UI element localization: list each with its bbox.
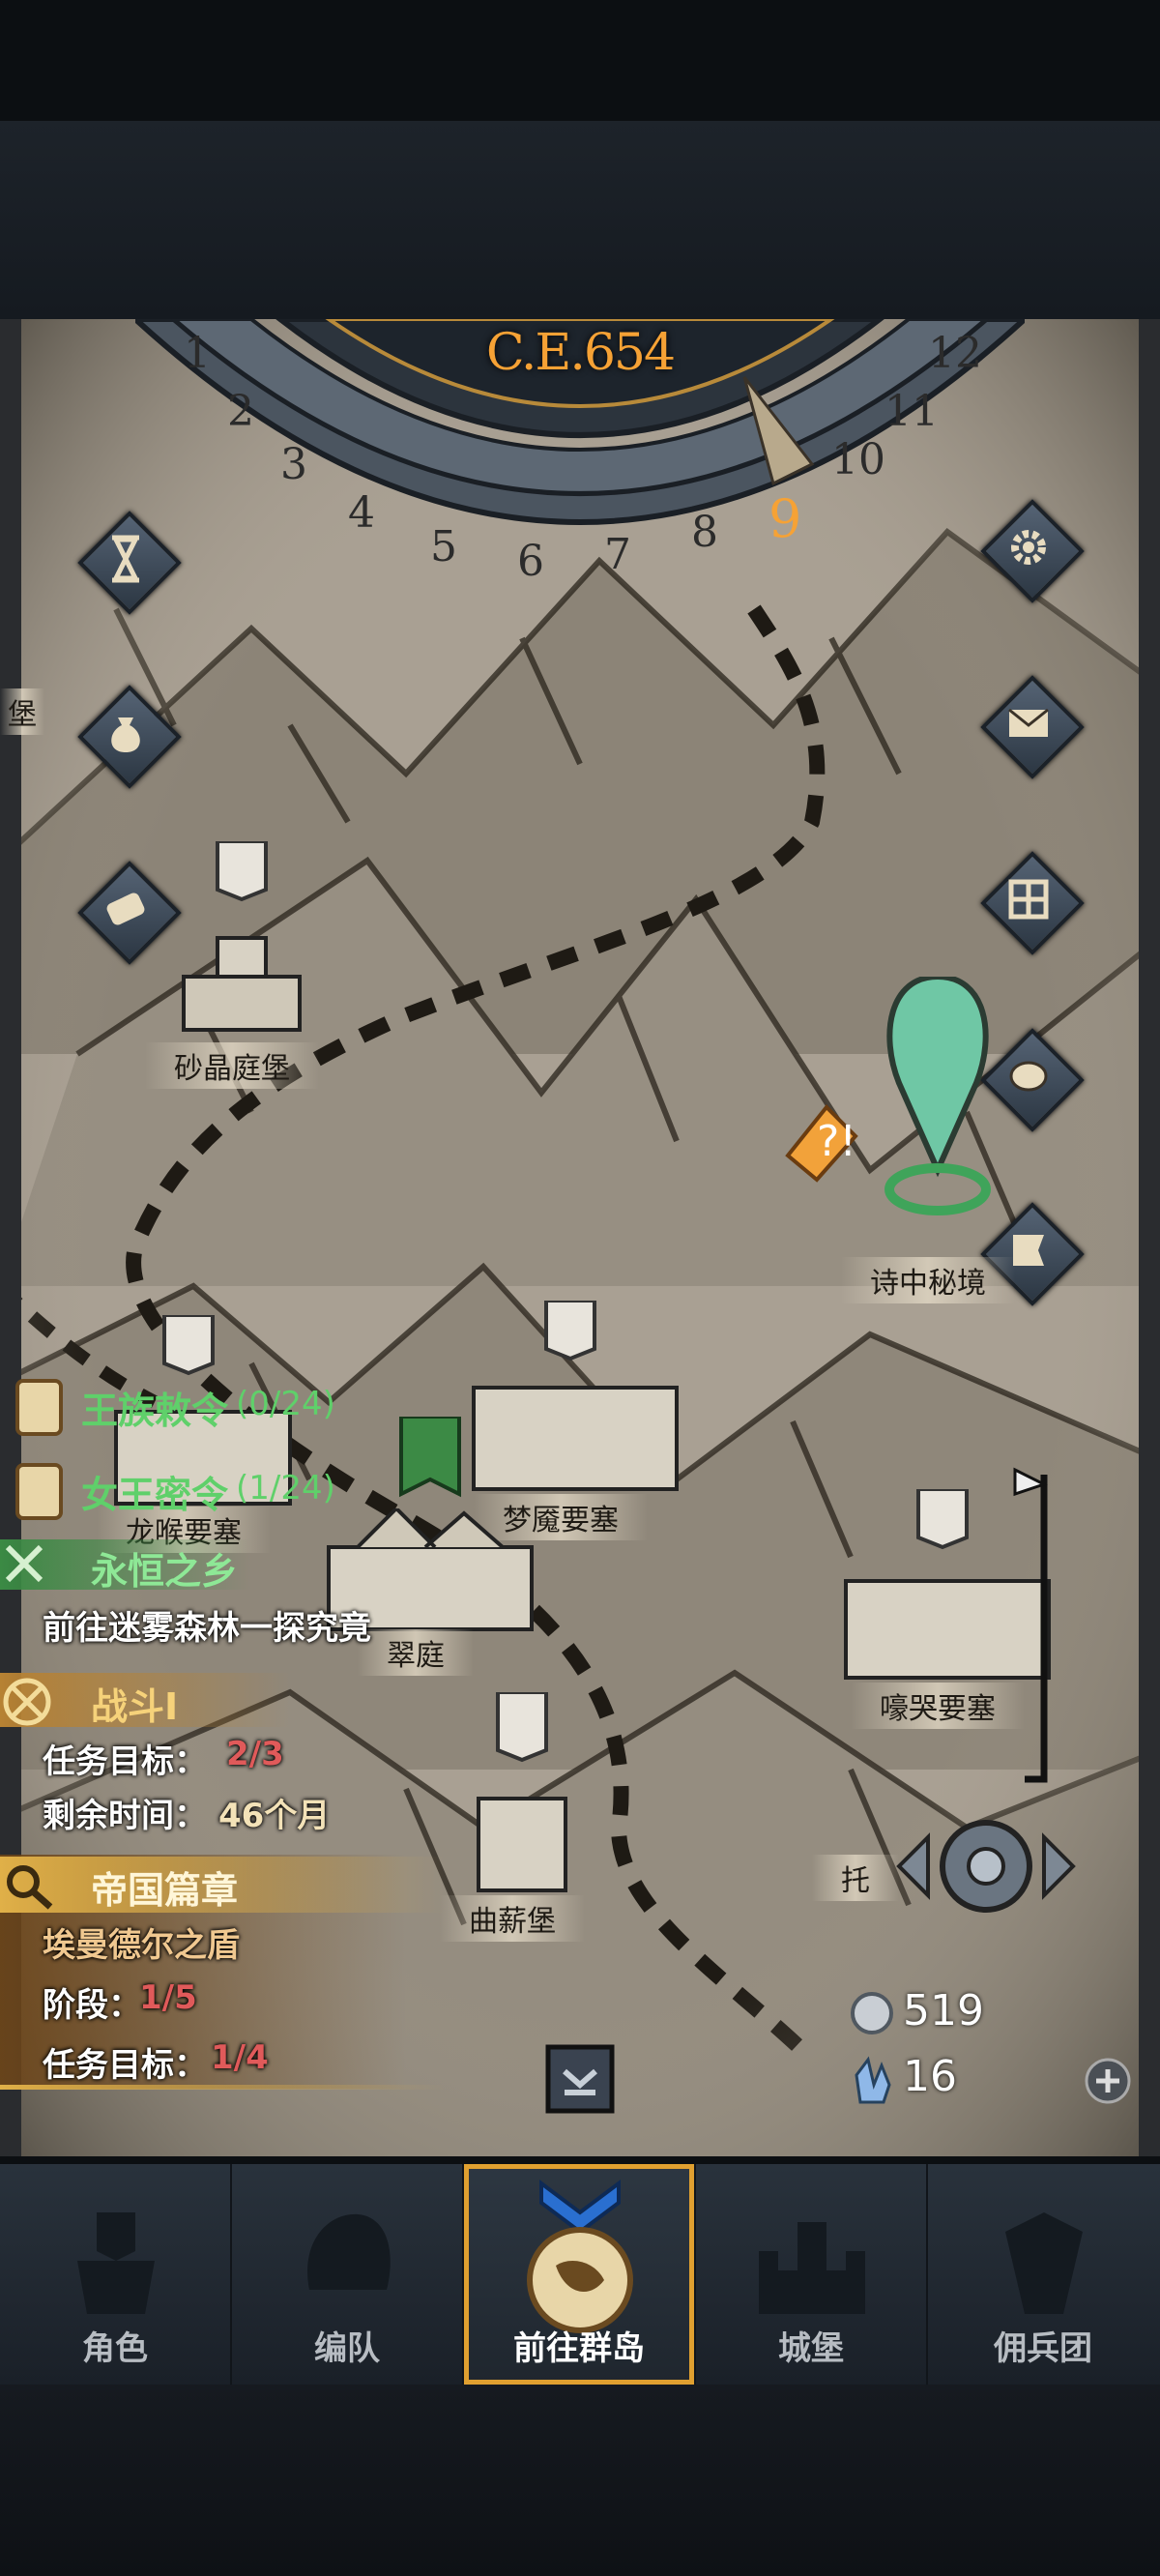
month-1: 1 (184, 329, 211, 378)
quest-marker-icon[interactable]: ?! (778, 1098, 865, 1185)
quest-empire-goal-label: 任务目标： (43, 2046, 207, 2085)
quest-battle-time-value: 46个月 (218, 1797, 331, 1835)
nav-formation[interactable]: 编队 (232, 2164, 464, 2385)
quest-panel-divider (0, 2085, 445, 2090)
nav-islands[interactable]: 前往群岛 (464, 2164, 696, 2385)
top-bar (0, 121, 1160, 319)
month-3: 3 (280, 440, 307, 489)
knight-icon (77, 2212, 155, 2314)
quest-empire-subtitle: 埃曼德尔之盾 (43, 1926, 240, 1965)
location-label[interactable]: 嚎哭要塞 (851, 1683, 1025, 1729)
quest-eternal-title: 永恒之乡 (91, 1550, 239, 1593)
settings-button[interactable] (980, 499, 1085, 603)
hourglass-button[interactable] (77, 511, 182, 615)
grid-button[interactable] (980, 851, 1085, 955)
queen-scroll-icon (15, 1463, 63, 1520)
quest-eternal-desc: 前往迷雾森林一探究竟 (43, 1609, 371, 1648)
month-6: 6 (517, 537, 544, 586)
bottom-nav: 角色 编队 前往群岛 城堡 佣兵团 (0, 2164, 1160, 2385)
silver-count: 519 (903, 1986, 984, 2035)
nav-label: 城堡 (778, 2329, 844, 2368)
month-2: 2 (227, 387, 254, 436)
map-frame-right (1139, 319, 1160, 2156)
year-display: C.E.654 (485, 324, 676, 382)
month-4: 4 (348, 488, 375, 538)
month-10: 10 (831, 435, 885, 484)
castle-nightmare-icon[interactable] (464, 1301, 686, 1494)
flag-pole-icon (1013, 1467, 1048, 1783)
silver-coin-icon (851, 1992, 893, 2034)
green-banner-icon (399, 1417, 461, 1498)
nav-label: 编队 (314, 2329, 380, 2368)
gear-icon (1011, 530, 1046, 565)
bottom-bar (0, 2385, 1160, 2576)
quest-royal-decree-progress: (0/24) (236, 1385, 335, 1423)
quest-royal-decree-title[interactable]: 王族敕令 (81, 1381, 228, 1434)
quest-queen-order-title[interactable]: 女王密令 (81, 1465, 228, 1518)
month-5: 5 (430, 522, 457, 571)
location-label[interactable]: 托 (812, 1855, 899, 1901)
crystal-icon (855, 2056, 891, 2104)
mercenary-icon (1005, 2212, 1083, 2314)
battle-badge-icon (3, 1678, 51, 1726)
collapse-quests-button[interactable] (545, 2044, 615, 2114)
month-11: 11 (884, 387, 939, 436)
nav-mercenary[interactable]: 佣兵团 (928, 2164, 1158, 2385)
quest-empire-stage-label: 阶段： (43, 1986, 141, 2025)
nav-castle[interactable]: 城堡 (696, 2164, 928, 2385)
scroll-icon (106, 893, 145, 925)
player-marker-icon[interactable] (870, 977, 1005, 1228)
castle-qufirewood-icon[interactable] (459, 1692, 585, 1895)
quest-empire-stage-value: 1/5 (139, 1978, 197, 2017)
nav-character[interactable]: 角色 (0, 2164, 232, 2385)
mail-button[interactable] (980, 675, 1085, 779)
quest-queen-order-progress: (1/24) (236, 1469, 335, 1508)
svg-text:?!: ?! (817, 1117, 856, 1166)
recenter-compass-button[interactable] (889, 1808, 1083, 1924)
crystal-count: 16 (903, 2052, 957, 2101)
magnifier-icon (7, 1865, 53, 1910)
hourglass-icon (111, 535, 140, 583)
nav-label: 角色 (82, 2329, 148, 2368)
location-label[interactable]: 堡 (0, 688, 44, 735)
castle-sandcrystal-icon[interactable] (174, 841, 309, 1035)
location-label[interactable]: 曲薪堡 (440, 1895, 585, 1942)
nav-label: 前往群岛 (513, 2329, 645, 2368)
month-7: 7 (604, 530, 631, 579)
quest-battle-goal-label: 任务目标： (43, 1742, 207, 1781)
castle-icon (759, 2222, 865, 2314)
grid-icon (1008, 879, 1049, 920)
quest-battle-time-label: 剩余时间： (43, 1797, 207, 1835)
quest-battle-title: 战斗I (91, 1685, 179, 1728)
month-12: 12 (928, 329, 982, 378)
nav-label: 佣兵团 (994, 2329, 1092, 2368)
crossed-swords-icon (5, 1544, 44, 1583)
quest-empire-title: 帝国篇章 (91, 1869, 239, 1912)
helmet-icon (307, 2213, 391, 2290)
envelope-icon (1008, 708, 1049, 737)
add-resource-button[interactable] (1083, 2056, 1133, 2106)
bag-button[interactable] (77, 685, 182, 789)
quest-battle-goal-value: 2/3 (226, 1735, 284, 1773)
location-label[interactable]: 翠庭 (358, 1629, 474, 1676)
world-compass-icon (527, 2180, 633, 2333)
money-bag-icon (111, 717, 140, 752)
quest-empire-goal-value: 1/4 (211, 2038, 269, 2077)
location-label[interactable]: 砂晶庭堡 (145, 1042, 319, 1089)
month-8: 8 (691, 508, 718, 557)
royal-scroll-icon (15, 1379, 63, 1436)
location-label[interactable]: 诗中秘境 (841, 1257, 1015, 1303)
scroll-button[interactable] (77, 861, 182, 965)
coin-icon (1009, 1061, 1048, 1092)
month-9-current: 9 (768, 488, 802, 549)
